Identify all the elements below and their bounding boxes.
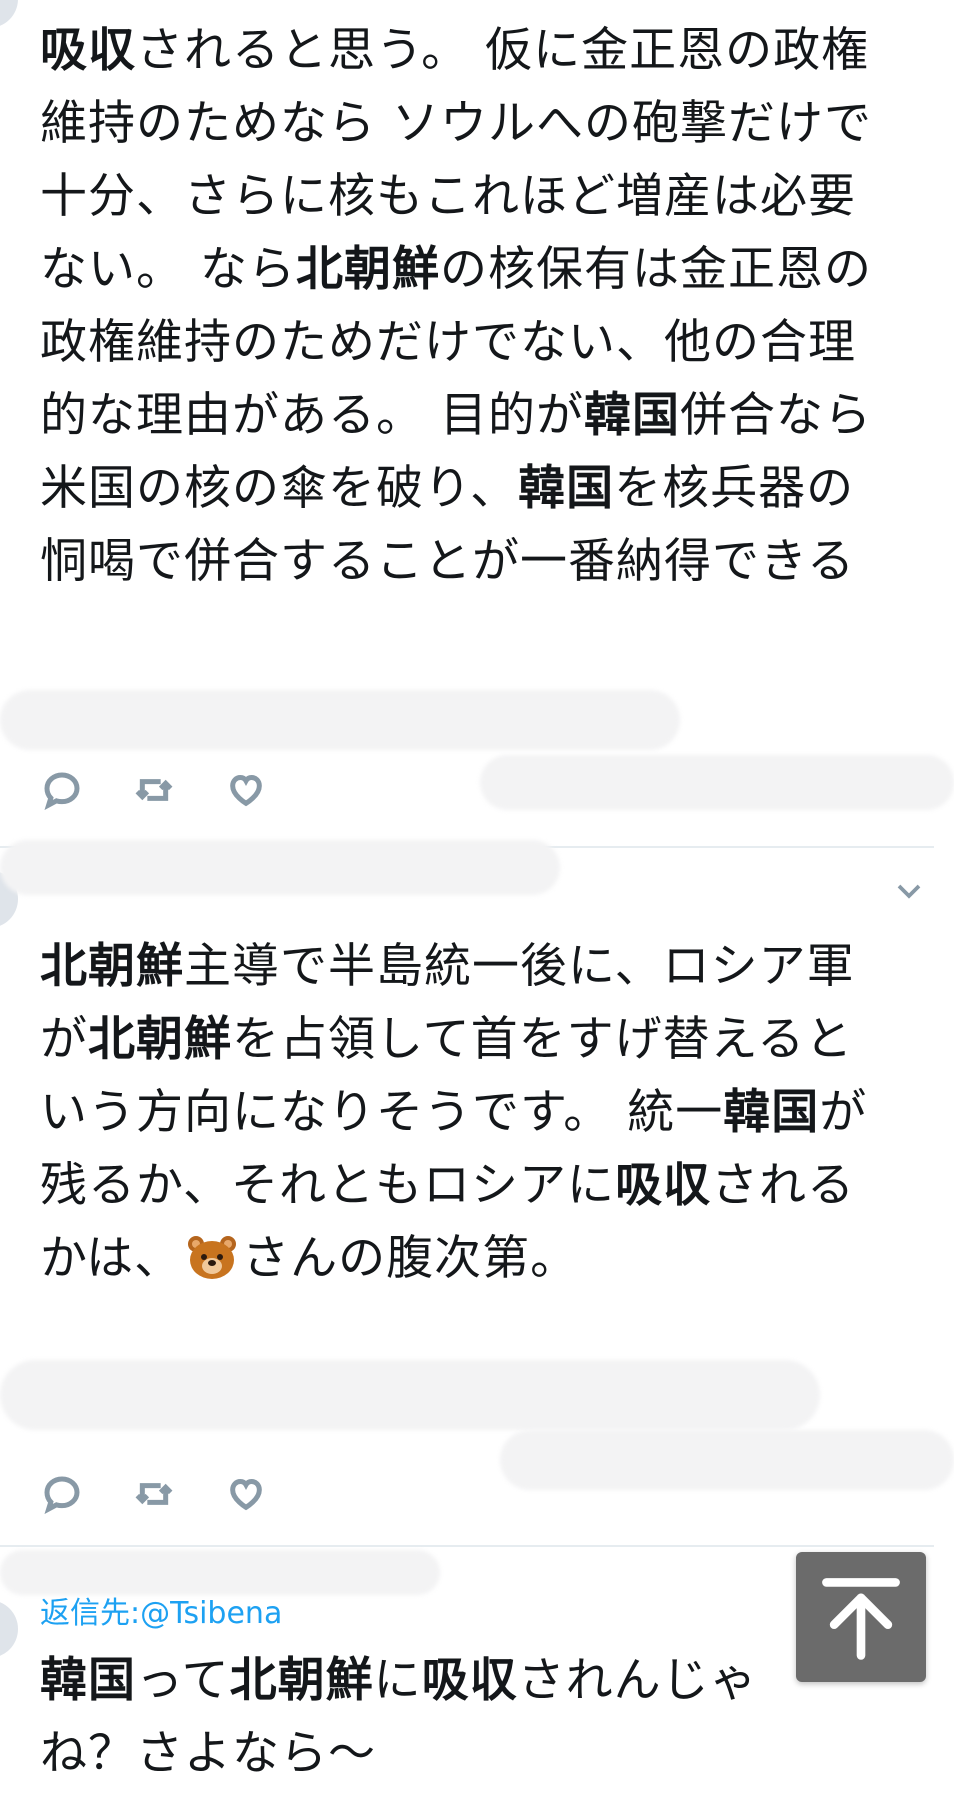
highlighted-keyword: 吸収 [421,1653,518,1708]
heart-icon [230,1478,262,1511]
divider [0,1545,934,1547]
retweet-button[interactable] [132,768,176,812]
like-button[interactable] [224,768,268,812]
highlighted-keyword: 北朝鮮 [229,1653,374,1708]
tweet-actions [40,768,268,812]
retweet-icon [135,1483,173,1505]
more-options-button[interactable] [894,876,924,906]
avatar[interactable] [0,0,18,28]
reply-to-label[interactable]: 返信先:@Tsibena [40,1588,282,1632]
reply-button[interactable] [40,768,84,812]
tweet-text: 吸収されると思う。 仮に金正恩の政権維持のためなら ソウルへの砲撃だけで十分、さ… [40,14,890,598]
arrow-up-to-top-icon [822,1578,900,1660]
highlighted-keyword: 北朝鮮 [295,242,440,297]
redaction-scribble [0,840,560,895]
highlighted-keyword: 韓国 [723,1085,820,1140]
reply-icon [44,1476,80,1514]
reply-icon [44,772,80,810]
retweet-button[interactable] [132,1472,176,1516]
bear-face-emoji [186,1228,238,1279]
redaction-scribble [480,755,954,810]
text-segment: に [373,1653,422,1708]
tweet-text: 北朝鮮主導で半島統一後に、ロシア軍が北朝鮮を占領して首をすげ替えるという方向にな… [40,930,890,1295]
highlighted-keyword: 吸収 [615,1158,712,1213]
like-button[interactable] [224,1472,268,1516]
tweet-2[interactable]: 北朝鮮主導で半島統一後に、ロシア軍が北朝鮮を占領して首をすげ替えるという方向にな… [0,840,954,1550]
highlighted-keyword: 吸収 [40,23,136,78]
redaction-scribble [0,1360,820,1430]
scroll-to-top-button[interactable] [796,1552,926,1682]
redaction-scribble [0,690,680,750]
redaction-scribble [500,1430,954,1490]
text-segment: さんの腹次第。 [242,1231,579,1286]
retweet-icon [135,779,173,801]
chevron-down-icon [897,884,921,899]
highlighted-keyword: 北朝鮮 [88,1012,232,1067]
highlighted-keyword: 韓国 [518,461,615,516]
tweet-1[interactable]: 吸収されると思う。 仮に金正恩の政権維持のためなら ソウルへの砲撃だけで十分、さ… [0,0,954,850]
highlighted-keyword: 韓国 [40,1653,136,1708]
tweet-actions [40,1472,268,1516]
heart-icon [230,774,262,807]
highlighted-keyword: 北朝鮮 [40,939,184,994]
avatar[interactable] [0,1600,18,1658]
text-segment: って [136,1653,230,1708]
highlighted-keyword: 韓国 [583,388,680,443]
tweet-text: 韓国って北朝鮮に吸収されんじゃね？さよなら〜 [40,1644,800,1790]
reply-button[interactable] [40,1472,84,1516]
